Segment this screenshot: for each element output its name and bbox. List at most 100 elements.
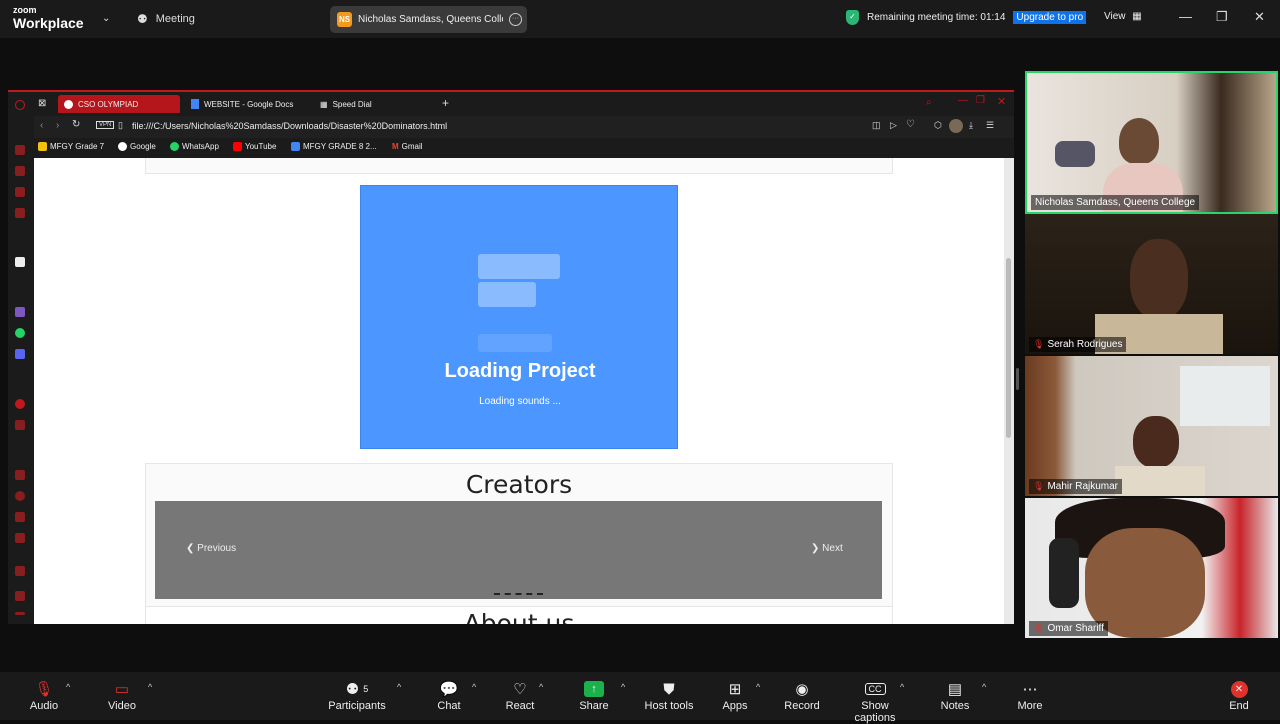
bookmark-whatsapp[interactable]: WhatsApp — [170, 142, 219, 151]
send-icon[interactable]: ▷ — [890, 120, 897, 131]
chevron-down-icon[interactable]: ⌄ — [102, 13, 110, 24]
close-icon[interactable]: ✕ — [997, 95, 1006, 108]
search-icon[interactable]: ⌕ — [926, 97, 932, 108]
sidebar-icon[interactable] — [15, 208, 25, 218]
sidebar-icon[interactable] — [15, 187, 25, 197]
view-button[interactable]: View ▦ — [1104, 11, 1142, 22]
chat-icon: 💬 — [439, 681, 459, 698]
tab-cso-olympiad[interactable]: CSO OLYMPIAD — [58, 95, 180, 113]
loading-block-shape — [478, 334, 552, 352]
sidebar-icon[interactable] — [15, 145, 25, 155]
downloads-icon[interactable] — [15, 512, 25, 522]
bookmark-label: Google — [130, 142, 156, 151]
minimize-icon[interactable]: — — [958, 95, 968, 106]
url-input[interactable]: file:///C:/Users/Nicholas%20Samdass/Down… — [132, 121, 447, 131]
history-icon[interactable] — [15, 491, 25, 501]
tab-menu-icon[interactable]: ⊠ — [38, 98, 46, 109]
youtube-icon — [233, 142, 242, 151]
chat-options-caret[interactable]: ^ — [472, 682, 476, 692]
record-button[interactable]: ◉ Record — [784, 678, 820, 712]
page-scrollbar[interactable] — [1004, 158, 1014, 624]
chat-button[interactable]: 💬 Chat — [433, 678, 465, 712]
scrollbar-thumb[interactable] — [1006, 258, 1011, 438]
reload-icon[interactable]: ↻ — [72, 119, 80, 130]
previous-button[interactable]: ❮ Previous — [186, 543, 236, 554]
bookmark-youtube[interactable]: YouTube — [233, 142, 276, 151]
upgrade-button[interactable]: Upgrade to pro — [1013, 11, 1087, 24]
bookmark-label: MFGY Grade 7 — [50, 142, 105, 151]
pen-icon[interactable] — [15, 566, 25, 576]
camera-icon[interactable]: ◫ — [872, 120, 881, 131]
extensions-icon[interactable] — [15, 533, 25, 543]
video-tile-mahir[interactable]: 🎙 Mahir Rajkumar — [1025, 356, 1278, 496]
extensions-icon[interactable]: ⬡ — [934, 120, 942, 131]
menu-icon[interactable]: ☰ — [986, 120, 994, 131]
sidebar-icon[interactable] — [15, 166, 25, 176]
notes-options-caret[interactable]: ^ — [982, 682, 986, 692]
video-tile-serah[interactable]: 🎙 Serah Rodrigues — [1025, 214, 1278, 354]
heart-icon[interactable]: ♡ — [906, 119, 915, 130]
more-options-icon[interactable]: ··· — [509, 13, 522, 26]
forward-icon[interactable]: › — [56, 120, 59, 131]
video-tile-nicholas[interactable]: Nicholas Samdass, Queens College — [1025, 71, 1278, 214]
speaker-name: Nicholas Samdass, Queens College — [358, 14, 503, 25]
apps-options-caret[interactable]: ^ — [756, 682, 760, 692]
participants-options-caret[interactable]: ^ — [397, 682, 401, 692]
twitch-icon[interactable] — [15, 307, 25, 317]
more-icon[interactable] — [15, 612, 25, 615]
meeting-info[interactable]: ⚉ Meeting — [137, 12, 195, 26]
more-button[interactable]: ⋯ More — [1014, 678, 1046, 712]
discord-icon[interactable] — [15, 349, 25, 359]
music-icon[interactable] — [15, 399, 25, 409]
resize-handle[interactable] — [1016, 368, 1019, 390]
video-button[interactable]: ▭ Video — [104, 678, 140, 712]
carousel-indicators[interactable] — [494, 593, 543, 595]
video-off-icon: ▭ — [114, 681, 130, 698]
host-tools-button[interactable]: ⛊ Host tools — [644, 678, 694, 713]
new-tab-icon[interactable]: + — [442, 96, 449, 110]
file-icon: ▯ — [118, 120, 123, 130]
share-options-caret[interactable]: ^ — [621, 682, 625, 692]
audio-button[interactable]: 🎙 Audio — [28, 678, 60, 712]
vpn-badge[interactable]: VPN — [96, 121, 115, 129]
audio-options-caret[interactable]: ^ — [66, 682, 70, 692]
active-speaker-pill[interactable]: NS Nicholas Samdass, Queens College ··· — [330, 6, 527, 33]
bookmark-mfgy-grade7[interactable]: MFGY Grade 7 — [38, 142, 104, 151]
scratch-project-player[interactable]: Loading Project Loading sounds ... — [360, 185, 678, 449]
back-icon[interactable]: ‹ — [40, 120, 43, 131]
next-button[interactable]: ❯ Next — [811, 543, 843, 554]
apps-button[interactable]: ⊞ Apps — [720, 678, 750, 712]
close-icon[interactable]: ✕ — [1254, 9, 1265, 25]
bookmark-google[interactable]: Google — [118, 142, 156, 151]
download-icon[interactable]: ⤓ — [969, 120, 973, 131]
share-button[interactable]: ↑ Share — [577, 678, 611, 712]
end-button[interactable]: ✕ End — [1224, 678, 1254, 712]
bookmark-gmail[interactable]: M Gmail — [392, 142, 423, 151]
participant-face — [1130, 239, 1188, 319]
opera-icon[interactable] — [15, 100, 25, 110]
captions-options-caret[interactable]: ^ — [900, 682, 904, 692]
react-button[interactable]: ♡ React — [503, 678, 537, 712]
restore-icon[interactable]: ❐ — [1216, 9, 1228, 25]
video-options-caret[interactable]: ^ — [148, 682, 152, 692]
minimize-icon[interactable]: — — [1179, 9, 1192, 24]
speaker-initials-badge: NS — [337, 12, 352, 27]
tab-label: Speed Dial — [332, 99, 372, 109]
participants-button[interactable]: ⚉ 5 Participants — [326, 678, 388, 712]
react-options-caret[interactable]: ^ — [539, 682, 543, 692]
sidebar-icon[interactable] — [15, 470, 25, 480]
player-icon[interactable] — [15, 420, 25, 430]
gmail-icon: M — [392, 142, 399, 151]
google-icon — [118, 142, 127, 151]
notes-button[interactable]: ▤ Notes — [938, 678, 972, 712]
whatsapp-icon[interactable] — [15, 328, 25, 338]
tab-website-docs[interactable]: WEBSITE - Google Docs — [185, 95, 293, 113]
bookmark-label: Gmail — [401, 142, 423, 151]
video-tile-omar[interactable]: 🎙 Omar Shariff — [1025, 498, 1278, 638]
tab-speed-dial[interactable]: ▦ Speed Dial — [314, 95, 372, 113]
avatar[interactable] — [949, 119, 963, 133]
sidebar-icon[interactable] — [15, 591, 25, 601]
aria-icon[interactable] — [15, 257, 25, 267]
bookmark-mfgy-grade8[interactable]: MFGY GRADE 8 2... — [291, 142, 377, 151]
restore-icon[interactable]: ❐ — [976, 95, 985, 106]
